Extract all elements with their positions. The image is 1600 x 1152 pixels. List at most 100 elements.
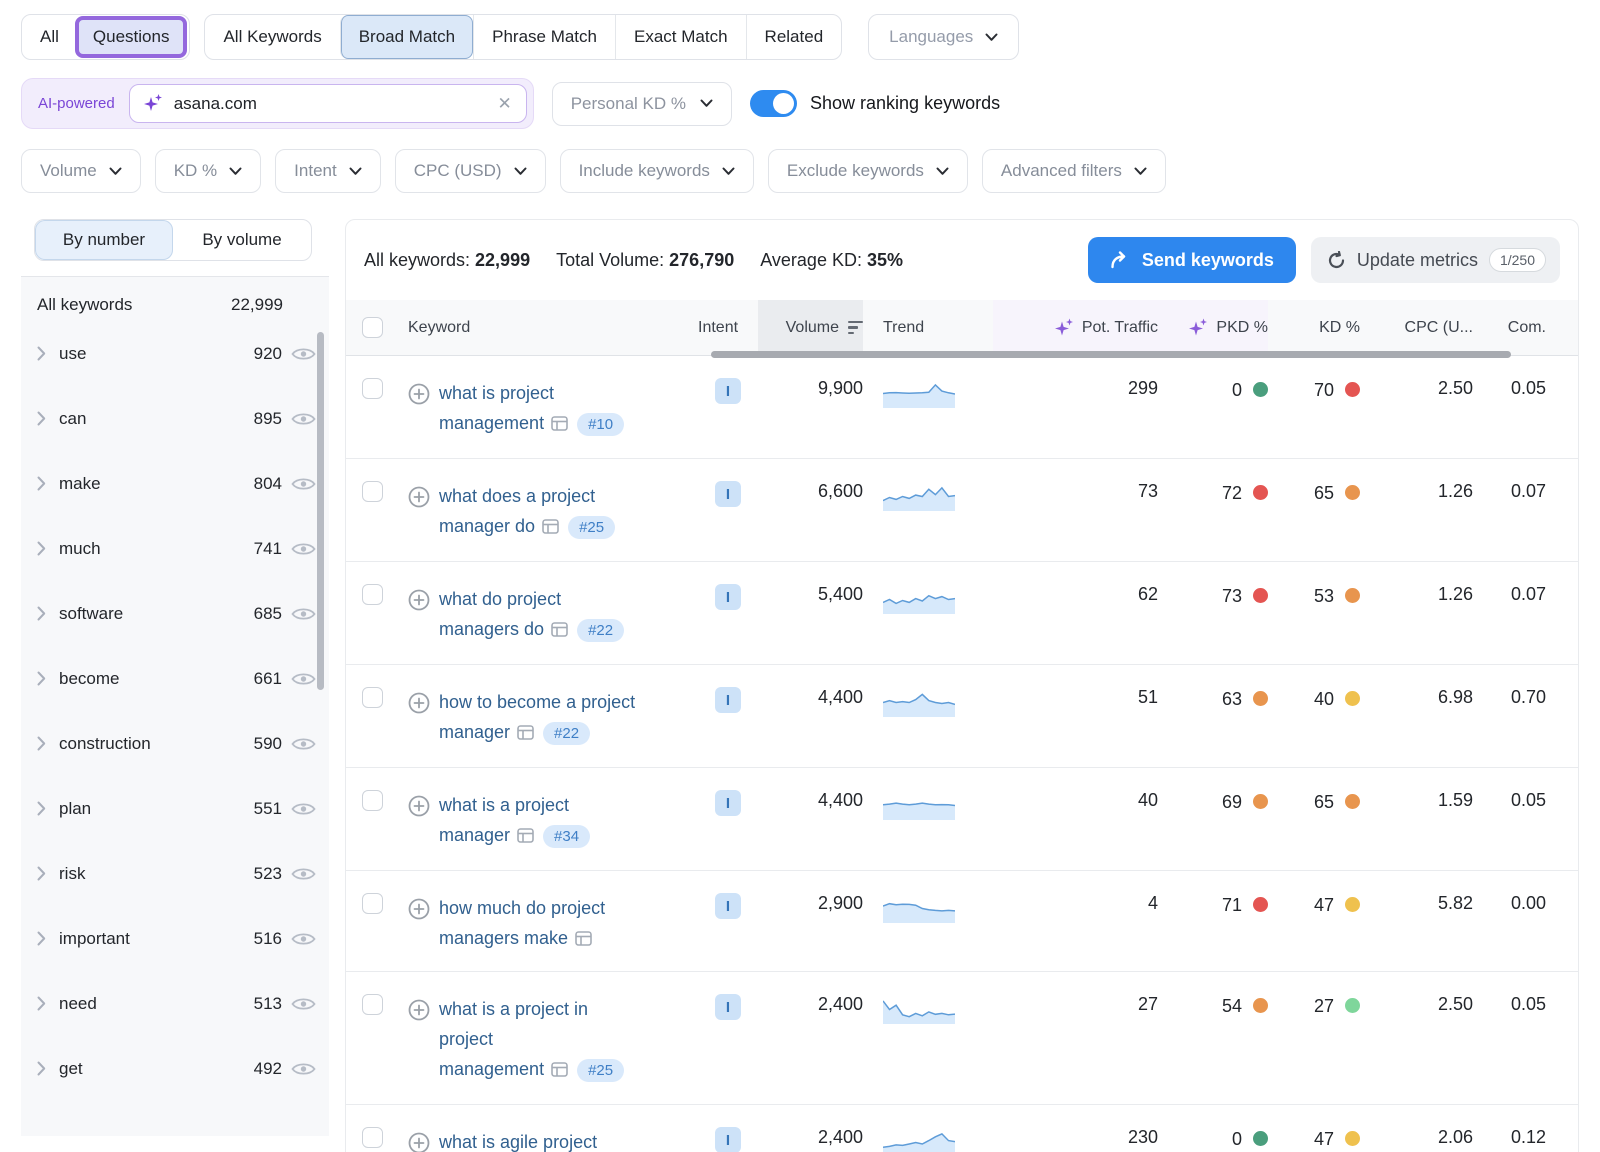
keyword-group-row[interactable]: make 804 <box>21 451 329 516</box>
chevron-right-icon[interactable] <box>37 996 46 1011</box>
tab-match-type[interactable]: Related <box>746 15 842 59</box>
serp-features-icon[interactable] <box>517 828 534 843</box>
filter-dropdown[interactable]: KD % <box>155 149 261 193</box>
add-keyword-icon[interactable] <box>408 898 430 920</box>
keyword-link[interactable]: what is project management#10 <box>439 378 639 440</box>
keyword-group-row[interactable]: important 516 <box>21 906 329 971</box>
col-keyword[interactable]: Keyword <box>408 300 698 355</box>
serp-features-icon[interactable] <box>517 725 534 740</box>
tab-questions[interactable]: Questions <box>75 16 188 58</box>
intent-badge[interactable]: I <box>715 994 741 1020</box>
filter-dropdown[interactable]: Exclude keywords <box>768 149 968 193</box>
position-badge[interactable]: #34 <box>543 825 590 848</box>
intent-badge[interactable]: I <box>715 893 741 919</box>
keyword-group-row[interactable]: construction 590 <box>21 711 329 776</box>
row-checkbox[interactable] <box>362 687 383 708</box>
add-keyword-icon[interactable] <box>408 692 430 714</box>
keyword-link[interactable]: what is a project manager#34 <box>439 790 639 852</box>
eye-icon[interactable] <box>291 411 316 427</box>
eye-icon[interactable] <box>291 996 316 1012</box>
intent-badge[interactable]: I <box>715 481 741 507</box>
keyword-group-row[interactable]: software 685 <box>21 581 329 646</box>
show-ranking-keywords-toggle[interactable] <box>750 90 797 117</box>
trend-sparkline[interactable] <box>883 378 955 408</box>
keyword-group-row[interactable]: need 513 <box>21 971 329 1036</box>
add-keyword-icon[interactable] <box>408 999 430 1021</box>
search-input[interactable] <box>174 94 498 114</box>
tab-all[interactable]: All <box>24 17 75 57</box>
sidebar-scrollbar[interactable] <box>317 332 324 690</box>
filter-dropdown[interactable]: Volume <box>21 149 141 193</box>
eye-icon[interactable] <box>291 1061 316 1077</box>
chevron-right-icon[interactable] <box>37 346 46 361</box>
serp-features-icon[interactable] <box>575 931 592 946</box>
chevron-right-icon[interactable] <box>37 801 46 816</box>
chevron-right-icon[interactable] <box>37 606 46 621</box>
intent-badge[interactable]: I <box>715 378 741 404</box>
tab-match-type[interactable]: Phrase Match <box>473 15 615 59</box>
filter-dropdown[interactable]: Intent <box>275 149 381 193</box>
position-badge[interactable]: #22 <box>543 722 590 745</box>
trend-sparkline[interactable] <box>883 994 955 1024</box>
chevron-right-icon[interactable] <box>37 866 46 881</box>
keyword-group-row[interactable]: risk 523 <box>21 841 329 906</box>
personal-kd-dropdown[interactable]: Personal KD % <box>552 82 732 126</box>
tab-match-type[interactable]: Broad Match <box>340 15 473 59</box>
col-trend[interactable]: Trend <box>863 300 993 355</box>
clear-search-icon[interactable]: ✕ <box>497 94 511 114</box>
row-checkbox[interactable] <box>362 1127 383 1148</box>
select-all-checkbox[interactable] <box>362 317 383 338</box>
sort-by-volume-tab[interactable]: By volume <box>173 220 311 260</box>
add-keyword-icon[interactable] <box>408 795 430 817</box>
languages-dropdown[interactable]: Languages <box>868 14 1019 60</box>
keyword-link[interactable]: how much do project managers make <box>439 893 639 953</box>
filter-dropdown[interactable]: Advanced filters <box>982 149 1166 193</box>
add-keyword-icon[interactable] <box>408 383 430 405</box>
row-checkbox[interactable] <box>362 481 383 502</box>
intent-badge[interactable]: I <box>715 1127 741 1152</box>
eye-icon[interactable] <box>291 736 316 752</box>
col-com[interactable]: Com. <box>1473 300 1546 355</box>
eye-icon[interactable] <box>291 346 316 362</box>
keyword-group-row[interactable]: much 741 <box>21 516 329 581</box>
tab-match-type[interactable]: Exact Match <box>615 15 746 59</box>
row-checkbox[interactable] <box>362 790 383 811</box>
filter-dropdown[interactable]: Include keywords <box>560 149 754 193</box>
position-badge[interactable]: #25 <box>577 1059 624 1082</box>
eye-icon[interactable] <box>291 931 316 947</box>
chevron-right-icon[interactable] <box>37 736 46 751</box>
chevron-right-icon[interactable] <box>37 411 46 426</box>
trend-sparkline[interactable] <box>883 687 955 717</box>
tab-match-type[interactable]: All Keywords <box>205 15 339 59</box>
update-metrics-button[interactable]: Update metrics 1/250 <box>1311 237 1560 283</box>
col-pot-traffic[interactable]: Pot. Traffic <box>993 300 1158 355</box>
keyword-link[interactable]: what does a project manager do#25 <box>439 481 639 543</box>
keyword-link[interactable]: how to become a project manager#22 <box>439 687 639 749</box>
position-badge[interactable]: #22 <box>577 619 624 642</box>
col-kd[interactable]: KD % <box>1268 300 1360 355</box>
col-intent[interactable]: Intent <box>698 300 758 355</box>
col-cpc[interactable]: CPC (U... <box>1360 300 1473 355</box>
position-badge[interactable]: #25 <box>568 516 615 539</box>
serp-features-icon[interactable] <box>551 622 568 637</box>
chevron-right-icon[interactable] <box>37 541 46 556</box>
intent-badge[interactable]: I <box>715 584 741 610</box>
add-keyword-icon[interactable] <box>408 589 430 611</box>
eye-icon[interactable] <box>291 541 316 557</box>
eye-icon[interactable] <box>291 671 316 687</box>
chevron-right-icon[interactable] <box>37 476 46 491</box>
keyword-link[interactable]: what is a project in project management#… <box>439 994 639 1086</box>
trend-sparkline[interactable] <box>883 893 955 923</box>
eye-icon[interactable] <box>291 866 316 882</box>
row-checkbox[interactable] <box>362 378 383 399</box>
trend-sparkline[interactable] <box>883 790 955 820</box>
intent-badge[interactable]: I <box>715 790 741 816</box>
eye-icon[interactable] <box>291 801 316 817</box>
eye-icon[interactable] <box>291 606 316 622</box>
keyword-link[interactable]: what is agile project management#3 <box>439 1127 639 1152</box>
sort-by-number-tab[interactable]: By number <box>35 220 173 260</box>
trend-sparkline[interactable] <box>883 584 955 614</box>
col-pkd[interactable]: PKD % <box>1158 300 1268 355</box>
keyword-group-row[interactable]: plan 551 <box>21 776 329 841</box>
chevron-right-icon[interactable] <box>37 1061 46 1076</box>
